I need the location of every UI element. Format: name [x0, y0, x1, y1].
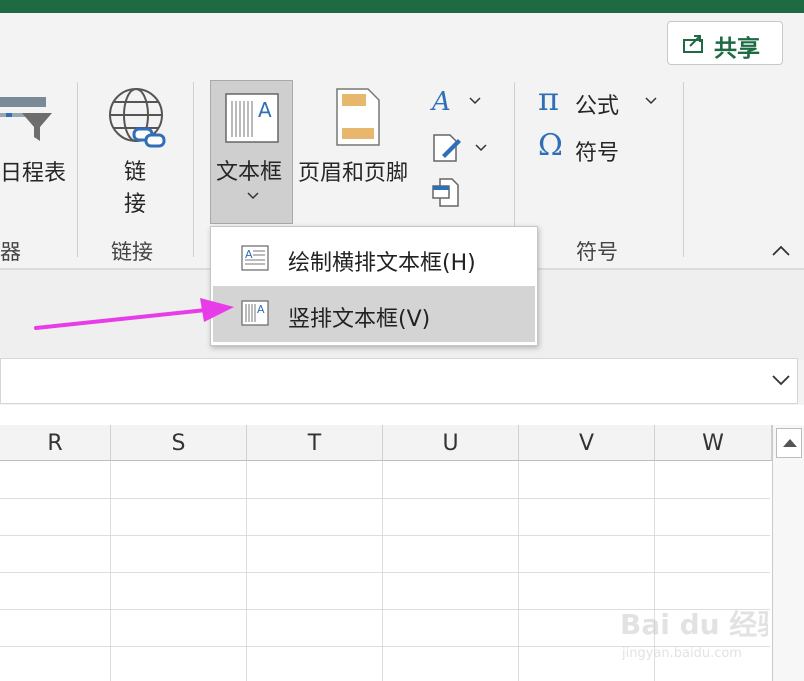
svg-text:A: A — [430, 88, 451, 114]
share-icon — [683, 35, 703, 53]
column-header-t[interactable]: T — [247, 425, 383, 461]
group-separator — [77, 82, 78, 257]
timeline-label[interactable]: 日程表 — [0, 155, 66, 187]
header-footer-icon — [336, 88, 380, 146]
svg-text:A: A — [258, 98, 272, 122]
column-header-w[interactable]: W — [655, 425, 772, 461]
chevron-down-icon — [247, 192, 259, 200]
object-icon[interactable] — [432, 178, 460, 208]
column-header-u[interactable]: U — [383, 425, 519, 461]
menu-item-vertical-textbox-label: 竖排文本框(V) — [288, 307, 431, 332]
header-footer-button[interactable]: 页眉和页脚 — [296, 82, 418, 222]
equation-button[interactable]: π 公式 — [538, 80, 663, 120]
watermark-brand: Bai du 经验 — [620, 608, 768, 641]
menu-item-horizontal-textbox-label: 绘制横排文本框(H) — [288, 251, 476, 276]
share-label: 共享 — [714, 36, 760, 62]
sheet-gap — [0, 405, 804, 425]
chevron-down-icon — [645, 97, 657, 105]
textbox-dropdown-menu: A 绘制横排文本框(H) A 竖排文本框(V) — [210, 226, 538, 346]
vertical-textbox-icon: A — [241, 300, 269, 326]
symbols-group-label: 符号 — [576, 240, 618, 264]
menu-item-vertical-textbox[interactable]: A 竖排文本框(V) — [213, 286, 535, 342]
textbox-label: 文本框 — [216, 160, 283, 185]
grid-line — [0, 572, 770, 573]
symbol-label: 符号 — [575, 141, 620, 166]
horizontal-textbox-icon: A — [241, 245, 269, 271]
group-separator — [193, 82, 194, 257]
link-label-1: 链 — [124, 160, 147, 185]
scroll-up-button[interactable] — [776, 428, 802, 458]
vertical-scrollbar[interactable] — [772, 425, 804, 681]
grid-line — [518, 461, 519, 681]
menu-item-horizontal-textbox[interactable]: A 绘制横排文本框(H) — [213, 230, 535, 286]
links-group-label: 链接 — [111, 240, 153, 264]
omega-icon: Ω — [538, 128, 563, 163]
grid-line — [382, 461, 383, 681]
link-label-2: 接 — [124, 192, 147, 217]
globe-link-icon — [109, 88, 166, 148]
textbox-icon: A — [225, 93, 279, 143]
symbol-button[interactable]: Ω 符号 — [538, 128, 638, 166]
filters-group-label: 器 — [0, 240, 21, 264]
svg-text:A: A — [245, 248, 253, 261]
header-footer-label: 页眉和页脚 — [298, 161, 409, 186]
share-button[interactable]: 共享 — [667, 21, 783, 65]
grid-line — [246, 461, 247, 681]
column-header-s[interactable]: S — [111, 425, 247, 461]
svg-text:A: A — [257, 303, 265, 316]
collapse-ribbon-icon[interactable] — [771, 244, 791, 258]
expand-formula-bar-icon[interactable] — [771, 373, 791, 387]
grid-line — [0, 498, 770, 499]
title-bar — [0, 0, 804, 13]
baidu-jingyan-watermark: Bai du 经验 jingyan.baidu.com — [620, 608, 768, 661]
grid-line — [110, 461, 111, 681]
textbox-button[interactable]: A 文本框 — [210, 80, 293, 224]
watermark-url: jingyan.baidu.com — [621, 646, 742, 661]
pi-icon: π — [538, 80, 560, 118]
signature-line-icon[interactable] — [432, 133, 490, 163]
arrow-up-icon — [783, 439, 797, 447]
equation-label: 公式 — [575, 94, 620, 119]
link-button[interactable]: 链 接 — [100, 82, 175, 222]
wordart-icon[interactable]: A — [430, 88, 485, 114]
annotation-arrow — [34, 298, 234, 330]
timeline-icon — [0, 97, 52, 141]
column-header-v[interactable]: V — [519, 425, 655, 461]
formula-bar[interactable] — [0, 358, 798, 404]
column-header-r[interactable]: R — [0, 425, 111, 461]
grid-line — [0, 535, 770, 536]
group-separator — [683, 82, 684, 257]
